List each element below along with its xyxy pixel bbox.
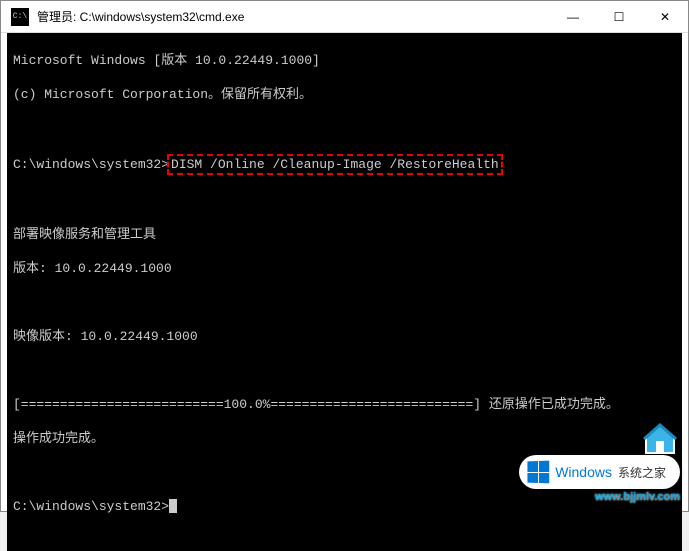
watermark-brand: Windows	[555, 464, 612, 480]
house-icon	[640, 419, 680, 459]
window-title: 管理员: C:\windows\system32\cmd.exe	[37, 8, 550, 25]
prompt-line: C:\windows\system32>DISM /Online /Cleanu…	[13, 154, 676, 175]
cursor	[169, 499, 177, 513]
watermark-url: www.bjjmlv.com	[595, 491, 680, 503]
output-line: 版本: 10.0.22449.1000	[13, 260, 676, 277]
highlighted-command: DISM /Online /Cleanup-Image /RestoreHeal…	[167, 154, 503, 175]
windows-logo-icon	[528, 461, 550, 484]
output-line: Microsoft Windows [版本 10.0.22449.1000]	[13, 52, 676, 69]
minimize-button[interactable]: —	[550, 1, 596, 33]
output-line: 映像版本: 10.0.22449.1000	[13, 328, 676, 345]
watermark-badge: Windows 系统之家	[519, 455, 680, 489]
close-button[interactable]: ✕	[642, 1, 688, 33]
watermark-sub: 系统之家	[618, 464, 666, 481]
watermark: Windows 系统之家 www.bjjmlv.com	[519, 419, 680, 503]
window-controls: — ☐ ✕	[550, 1, 688, 32]
output-line: 部署映像服务和管理工具	[13, 226, 676, 243]
maximize-button[interactable]: ☐	[596, 1, 642, 33]
cmd-icon: C:\	[11, 8, 29, 26]
titlebar[interactable]: C:\ 管理员: C:\windows\system32\cmd.exe — ☐…	[1, 1, 688, 33]
output-line: (c) Microsoft Corporation。保留所有权利。	[13, 86, 676, 103]
progress-line: [==========================100.0%=======…	[13, 396, 676, 413]
